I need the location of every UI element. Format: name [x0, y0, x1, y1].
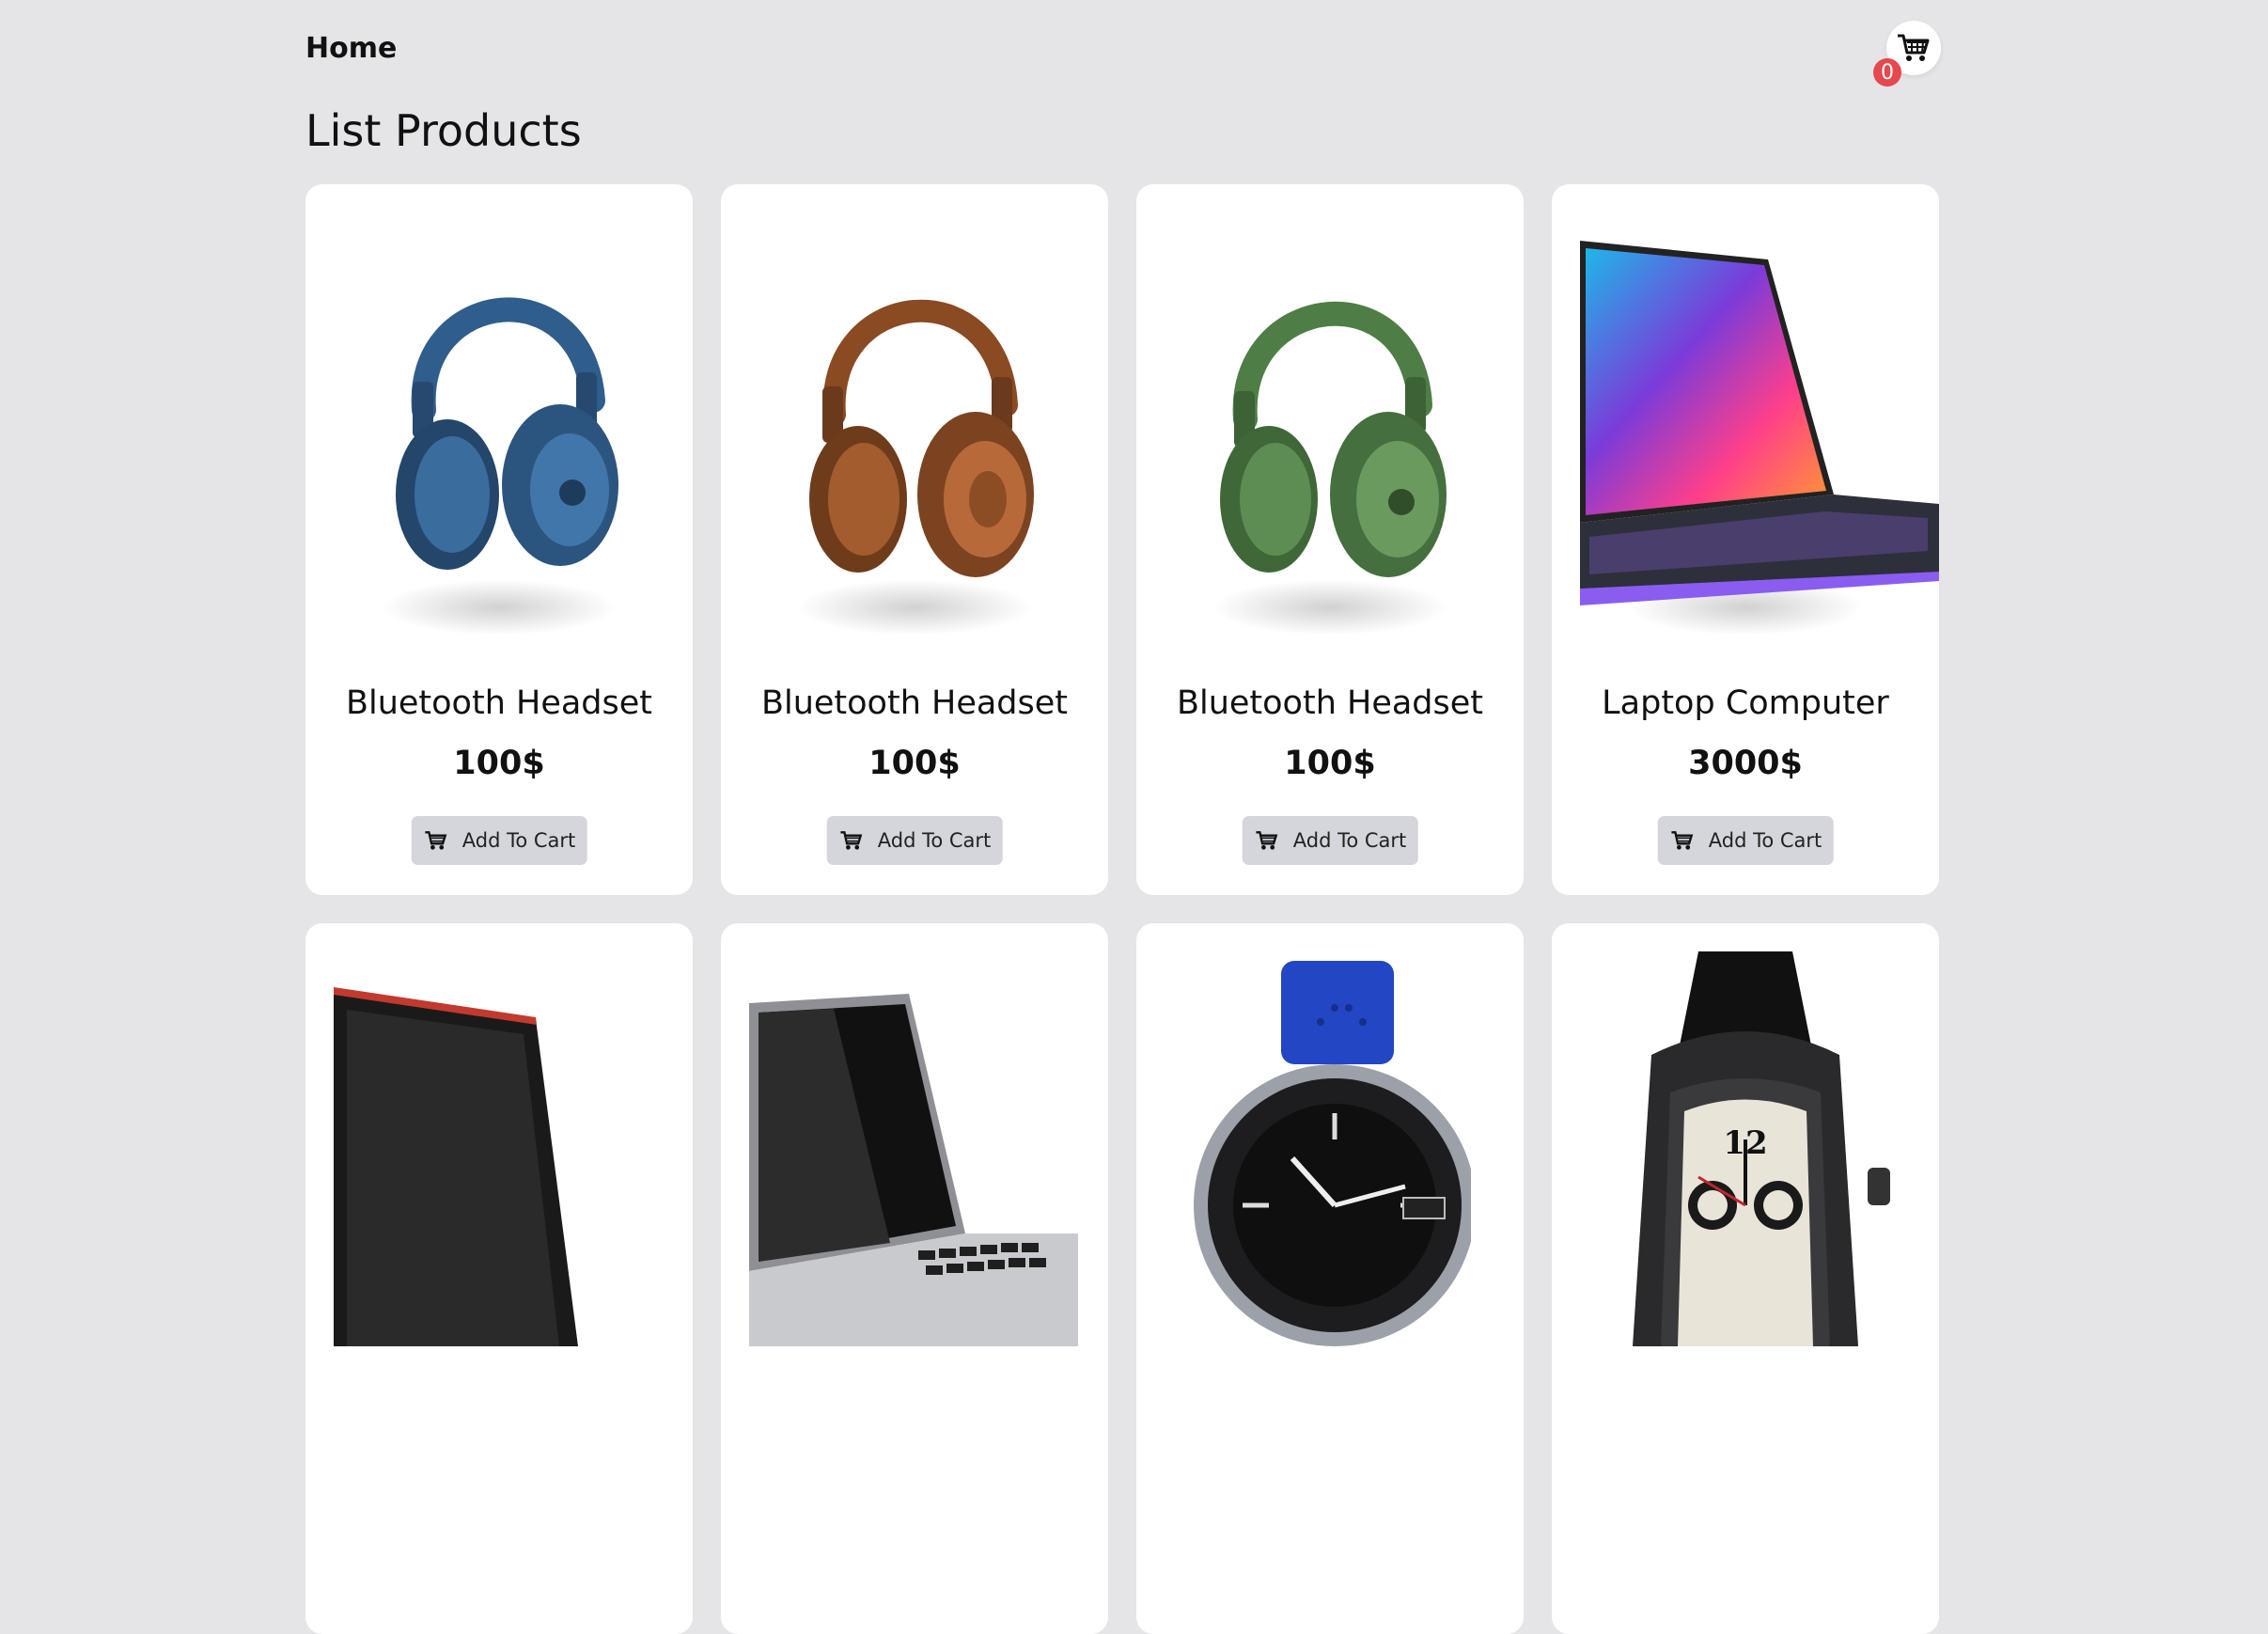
cart-icon — [1256, 831, 1278, 850]
product-image — [721, 212, 1108, 607]
product-card: Laptop Computer 3000$ Add To Cart — [1552, 184, 1939, 895]
product-name: Laptop Computer — [1602, 684, 1889, 722]
product-image: 12 — [1552, 951, 1939, 1346]
product-name: Bluetooth Headset — [760, 684, 1069, 722]
cart-icon — [425, 831, 447, 850]
home-link[interactable]: Home — [305, 32, 397, 65]
headset-green-image — [1220, 301, 1447, 577]
product-card: Bluetooth Headset 100$ Add To Cart — [1136, 184, 1524, 895]
product-card: Bluetooth Headset 100$ Add To Cart — [305, 184, 693, 895]
product-name: Bluetooth Headset — [1176, 684, 1484, 722]
add-to-cart-label: Add To Cart — [461, 829, 576, 852]
add-to-cart-button[interactable]: Add To Cart — [411, 816, 587, 865]
watch-blue-strap-image — [1194, 961, 1471, 1346]
page-title: List Products — [305, 105, 582, 156]
add-to-cart-button[interactable]: Add To Cart — [1657, 816, 1834, 865]
add-to-cart-button[interactable]: Add To Cart — [826, 816, 1003, 865]
add-to-cart-label: Add To Cart — [1708, 829, 1822, 852]
product-card: Bluetooth Headset 100$ Add To Cart — [721, 184, 1108, 895]
cart-icon — [1671, 831, 1694, 850]
add-to-cart-label: Add To Cart — [877, 829, 992, 852]
product-price: 100$ — [1284, 745, 1376, 782]
product-price: 100$ — [868, 745, 961, 782]
product-image — [305, 212, 693, 607]
watch-black-chronograph-image: 12 — [1633, 951, 1890, 1346]
product-card — [305, 923, 693, 1634]
product-price: 3000$ — [1688, 745, 1803, 782]
product-price: 100$ — [453, 745, 545, 782]
add-to-cart-button[interactable]: Add To Cart — [1242, 816, 1418, 865]
cart-button[interactable]: 0 — [1873, 21, 1941, 86]
product-card: 12 — [1552, 923, 1939, 1634]
product-image — [1552, 212, 1939, 607]
product-image — [721, 951, 1108, 1346]
headset-brown-image — [809, 299, 1034, 577]
product-name: Bluetooth Headset — [345, 684, 653, 722]
laptop-black-red-image — [334, 987, 578, 1346]
cart-icon — [840, 831, 863, 850]
laptop-colorful-image — [1580, 241, 1939, 605]
page-container: Home 0 List Products Bluetooth Headset 1… — [305, 0, 1941, 1634]
add-to-cart-label: Add To Cart — [1292, 829, 1407, 852]
product-image — [1136, 212, 1524, 607]
headset-blue-image — [396, 297, 618, 570]
laptop-silver-image — [749, 994, 1078, 1346]
product-grid: Bluetooth Headset 100$ Add To Cart Bluet… — [305, 184, 1939, 1634]
navbar: Home 0 — [305, 0, 1941, 103]
product-image — [1136, 951, 1524, 1346]
cart-icon — [1898, 34, 1930, 61]
product-card — [1136, 923, 1524, 1634]
cart-count-badge: 0 — [1873, 58, 1901, 86]
product-image — [305, 951, 693, 1346]
product-card — [721, 923, 1108, 1634]
